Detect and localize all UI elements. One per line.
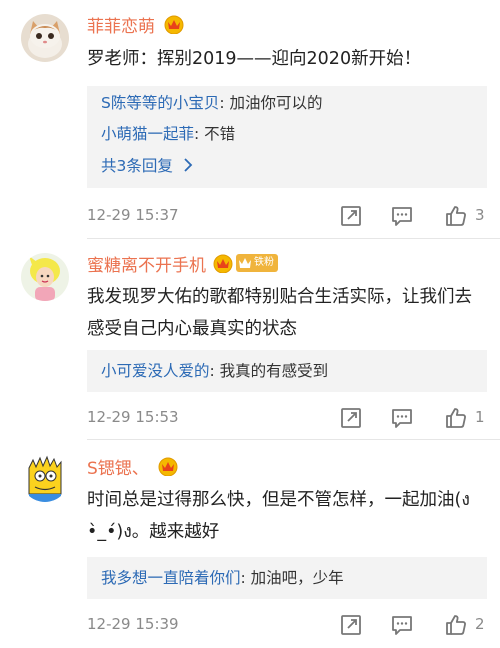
share-icon[interactable] xyxy=(339,613,363,637)
timestamp: 12-29 15:53 xyxy=(87,408,179,426)
reply-author[interactable]: 小萌猫一起菲 xyxy=(101,125,194,143)
comment-meta: 12-29 15:53 1 xyxy=(87,404,497,434)
username[interactable]: S锶锶、 xyxy=(87,454,149,479)
avatar[interactable] xyxy=(21,253,69,301)
vip-crown-icon xyxy=(212,253,234,273)
reply-author[interactable]: S陈等等的小宝贝 xyxy=(101,94,219,112)
thumbs-up-icon[interactable] xyxy=(444,204,468,228)
reply-text: : 加油你可以的 xyxy=(219,94,323,112)
timestamp: 12-29 15:39 xyxy=(87,615,179,633)
comment-text: 时间总是过得那么快，但是不管怎样，一起加油(ง •̀_•́)ง。越来越好 xyxy=(87,490,476,542)
reply-item[interactable]: S陈等等的小宝贝: 加油你可以的 xyxy=(101,92,323,114)
more-replies-link[interactable]: 共3条回复 xyxy=(101,154,193,176)
avatar[interactable] xyxy=(21,14,69,62)
fan-badge-label: 铁粉 xyxy=(254,257,274,268)
comment-item: 蜜糖离不开手机 铁粉 我发现罗大佑的歌都特别贴合生活实际，让我们去感受自己内心最… xyxy=(0,239,500,439)
username-row: 蜜糖离不开手机 铁粉 xyxy=(87,251,278,276)
reply-item[interactable]: 小萌猫一起菲: 不错 xyxy=(101,123,235,145)
like-count: 3 xyxy=(475,206,485,224)
reply-author[interactable]: 我多想一直陪着你们 xyxy=(101,569,241,587)
username[interactable]: 菲菲恋萌 xyxy=(87,12,155,37)
timestamp: 12-29 15:37 xyxy=(87,206,179,224)
reply-item[interactable]: 我多想一直陪着你们: 加油吧，少年 xyxy=(101,567,344,589)
comment-icon[interactable] xyxy=(390,613,414,637)
comment-text: 我发现罗大佑的歌都特别贴合生活实际，让我们去感受自己内心最真实的状态 xyxy=(87,287,472,339)
like-count: 1 xyxy=(475,408,485,426)
comment-item: 菲菲恋萌 罗老师：挥别2019——迎向2020新开始！ S陈等等的小宝贝: 加油… xyxy=(0,0,500,238)
vip-crown-icon xyxy=(163,14,185,34)
reply-box[interactable]: 我多想一直陪着你们: 加油吧，少年 xyxy=(87,557,487,599)
comment-item: S锶锶、 时间总是过得那么快，但是不管怎样，一起加油(ง •̀_•́)ง。越来越… xyxy=(0,440,500,648)
like-count: 2 xyxy=(475,615,485,633)
thumbs-up-icon[interactable] xyxy=(444,613,468,637)
username[interactable]: 蜜糖离不开手机 xyxy=(87,251,206,276)
vip-crown-icon xyxy=(157,456,179,476)
badge-crown-icon xyxy=(239,258,251,268)
comment-text: 罗老师：挥别2019——迎向2020新开始！ xyxy=(87,49,422,69)
username-row: 菲菲恋萌 xyxy=(87,12,185,37)
chevron-right-icon xyxy=(183,158,193,172)
reply-item[interactable]: 小可爱没人爱的: 我真的有感受到 xyxy=(101,360,328,382)
reply-text: : 加油吧，少年 xyxy=(240,569,344,587)
more-replies-label[interactable]: 共3条回复 xyxy=(101,154,173,176)
avatar[interactable] xyxy=(21,454,69,502)
comment-meta: 12-29 15:39 2 xyxy=(87,611,497,641)
reply-text: : 不错 xyxy=(194,125,236,143)
reply-box[interactable]: S陈等等的小宝贝: 加油你可以的 小萌猫一起菲: 不错 共3条回复 xyxy=(87,86,487,188)
comment-icon[interactable] xyxy=(390,204,414,228)
thumbs-up-icon[interactable] xyxy=(444,406,468,430)
reply-text: : 我真的有感受到 xyxy=(209,362,329,380)
comment-icon[interactable] xyxy=(390,406,414,430)
share-icon[interactable] xyxy=(339,204,363,228)
fan-badge: 铁粉 xyxy=(236,254,278,272)
username-row: S锶锶、 xyxy=(87,454,179,479)
share-icon[interactable] xyxy=(339,406,363,430)
reply-author[interactable]: 小可爱没人爱的 xyxy=(101,362,210,380)
comment-meta: 12-29 15:37 3 xyxy=(87,202,497,232)
reply-box[interactable]: 小可爱没人爱的: 我真的有感受到 xyxy=(87,350,487,392)
